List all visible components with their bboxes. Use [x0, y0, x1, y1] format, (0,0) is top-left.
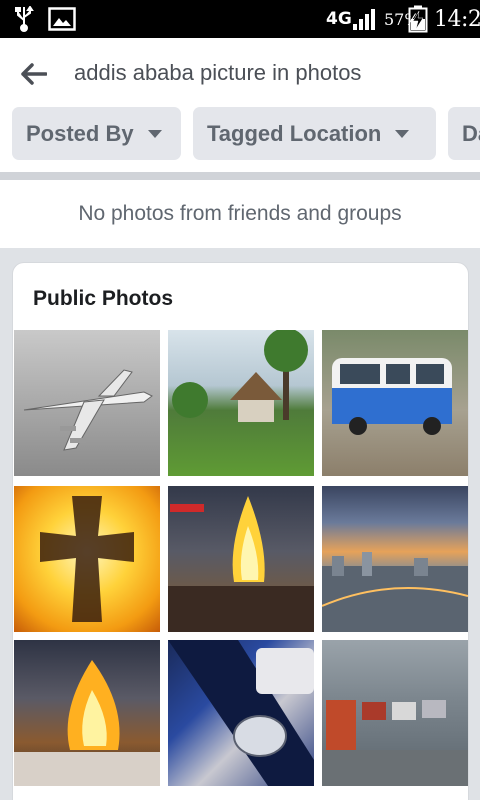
chip-label: Tagged Location — [207, 120, 382, 146]
date-filter[interactable]: Da — [448, 107, 480, 160]
photo-bonfire-night[interactable] — [14, 640, 160, 786]
chevron-down-icon — [395, 129, 410, 138]
status-bar: 4G 57% 14:26 — [0, 0, 480, 38]
photo-airplane[interactable] — [14, 330, 160, 476]
chip-label: Da — [462, 120, 480, 146]
photo-bonfire-crowd[interactable] — [168, 486, 314, 632]
filter-bar: Posted By Tagged Location Da — [0, 104, 480, 176]
photo-car-mirror[interactable] — [168, 640, 314, 786]
network-type: 4G — [326, 9, 352, 29]
back-arrow-icon[interactable] — [14, 58, 54, 90]
photo-traffic-rain[interactable] — [322, 640, 468, 786]
chip-label: Posted By — [26, 120, 134, 146]
photo-city-skyline[interactable] — [322, 486, 468, 632]
chevron-down-icon — [147, 129, 162, 138]
battery-charging-icon — [408, 0, 428, 38]
posted-by-filter[interactable]: Posted By — [12, 107, 181, 160]
clock: 14:26 — [434, 6, 480, 32]
tagged-location-filter[interactable]: Tagged Location — [193, 107, 436, 160]
photo-hut-landscape[interactable] — [168, 330, 314, 476]
search-query[interactable]: addis ababa picture in photos — [74, 60, 361, 86]
gallery-icon — [48, 0, 76, 38]
photo-cross-fire[interactable] — [14, 486, 160, 632]
public-photos-title: Public Photos — [33, 287, 174, 310]
signal-icon — [352, 0, 376, 38]
no-friends-message: No photos from friends and groups — [0, 180, 480, 248]
photo-blue-minibus[interactable] — [322, 330, 468, 476]
usb-icon — [14, 0, 34, 38]
search-header: addis ababa picture in photos — [0, 38, 480, 110]
section-divider — [0, 172, 480, 180]
